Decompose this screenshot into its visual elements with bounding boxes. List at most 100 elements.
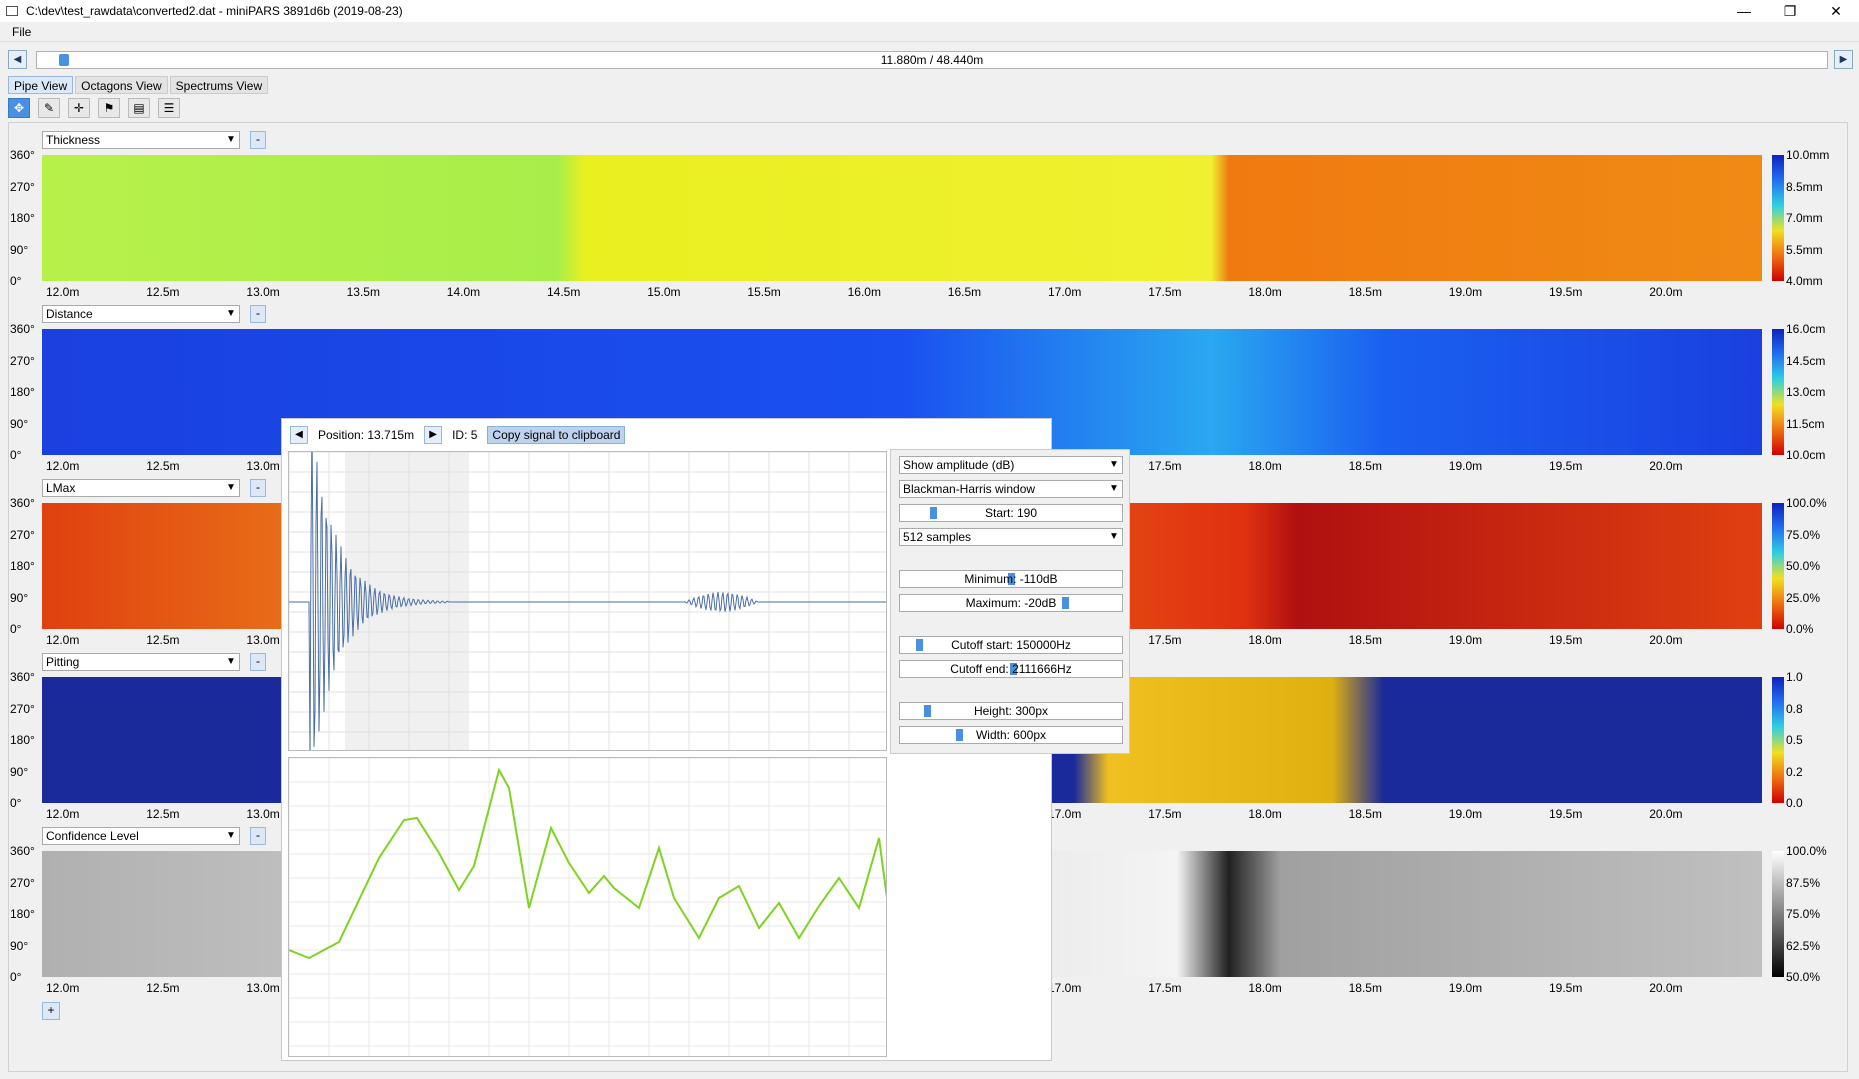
y-tick-label: 0° (10, 970, 22, 984)
display-mode-select[interactable]: Show amplitude (dB) ▼ (899, 456, 1123, 474)
chevron-down-icon: ▼ (226, 308, 236, 319)
x-tick-label: 17.5m (1148, 981, 1182, 995)
popup-id: ID: 5 (452, 428, 478, 442)
flag-icon[interactable]: ⚑ (98, 98, 120, 118)
move-icon[interactable]: ✥ (8, 98, 30, 118)
samples-value: 512 samples (903, 530, 972, 544)
x-tick-label: 16.0m (847, 285, 881, 299)
x-tick-label: 19.0m (1448, 285, 1483, 299)
spectrum-chart (289, 758, 886, 1056)
tab-spectrums-view[interactable]: Spectrums View (169, 76, 269, 94)
panel-type-value: Distance (46, 307, 93, 321)
remove-panel-button[interactable]: - (250, 305, 266, 323)
panel-type-select[interactable]: LMax ▼ (42, 479, 240, 497)
x-tick-label: 19.0m (1448, 633, 1483, 647)
y-tick-label: 180° (10, 385, 35, 399)
samples-select[interactable]: 512 samples ▼ (899, 528, 1123, 546)
chevron-down-icon: ▼ (226, 656, 236, 667)
x-tick-label: 18.0m (1248, 633, 1282, 647)
cutoff-end-slider[interactable]: Cutoff end: 2111666Hz (899, 660, 1123, 678)
close-button[interactable]: ✕ (1813, 0, 1859, 22)
x-tick-label: 12.5m (146, 981, 180, 995)
slider-knob[interactable] (916, 639, 923, 651)
position-scrollbar[interactable]: 11.880m / 48.440m (36, 51, 1828, 69)
prev-position-button[interactable]: ◀ (8, 50, 27, 69)
x-tick-label: 19.5m (1549, 285, 1583, 299)
window-function-select[interactable]: Blackman-Harris window ▼ (899, 480, 1123, 498)
maximum-slider[interactable]: Maximum: -20dB (899, 594, 1123, 612)
height-slider[interactable]: Height: 300px (899, 702, 1123, 720)
tab-pipe-view[interactable]: Pipe View (8, 76, 74, 94)
chevron-down-icon: ▼ (1109, 459, 1119, 470)
y-tick-label: 270° (10, 179, 35, 194)
remove-panel-button[interactable]: - (250, 479, 266, 497)
remove-panel-button[interactable]: - (250, 653, 266, 671)
x-tick-label: 18.0m (1248, 807, 1282, 821)
start-slider[interactable]: Start: 190 (899, 504, 1123, 522)
slider-knob[interactable] (956, 729, 963, 741)
toolbar: ✥ ✎ ✛ ⚑ ▤ ☰ (8, 98, 180, 118)
x-tick-label: 15.0m (647, 285, 681, 299)
x-tick-label: 12.0m (46, 285, 80, 299)
colorbar-label: 50.0% (1786, 559, 1821, 573)
scrollbar-thumb[interactable] (59, 54, 69, 66)
chevron-down-icon: ▼ (226, 482, 236, 493)
panel-type-value: Thickness (46, 133, 101, 147)
slider-knob[interactable] (1062, 597, 1069, 609)
colorbar-label: 10.0mm (1786, 148, 1830, 162)
settings-icon[interactable]: ☰ (158, 98, 180, 118)
x-tick-label: 13.0m (246, 285, 280, 299)
document-icon[interactable]: ▤ (128, 98, 150, 118)
add-panel-button[interactable]: + (42, 1002, 60, 1020)
panel-type-select[interactable]: Distance ▼ (42, 305, 240, 323)
x-tick-label: 16.5m (947, 285, 982, 299)
x-tick-label: 12.5m (146, 633, 180, 647)
menu-file[interactable]: File (0, 22, 43, 42)
slider-knob[interactable] (924, 705, 931, 717)
title-bar: C:\dev\test_rawdata\converted2.dat - min… (0, 0, 1859, 22)
colorbar-label: 0.2 (1786, 764, 1803, 779)
y-tick-label: 270° (10, 527, 35, 542)
copy-signal-button[interactable]: Copy signal to clipboard (487, 426, 626, 444)
draw-icon[interactable]: ✎ (38, 98, 60, 118)
minimum-slider[interactable]: Minimum: -110dB (899, 570, 1123, 588)
crosshair-icon[interactable]: ✛ (68, 98, 90, 118)
tab-octagons-view[interactable]: Octagons View (75, 76, 168, 94)
y-tick-label: 360° (10, 322, 35, 336)
spectrum-plot (288, 757, 887, 1057)
popup-prev-button[interactable]: ◀ (290, 426, 308, 444)
x-tick-label: 13.5m (346, 285, 380, 299)
colorbar-label: 75.0% (1786, 907, 1821, 921)
next-position-button[interactable]: ▶ (1834, 50, 1853, 69)
popup-next-button[interactable]: ▶ (424, 426, 443, 444)
position-readout: 11.880m / 48.440m (880, 53, 984, 67)
minimum-label: Minimum: -110dB (964, 572, 1058, 586)
panel-type-select[interactable]: Pitting ▼ (42, 653, 240, 671)
colorbar-label: 50.0% (1786, 970, 1821, 984)
colorbar-label: 14.5cm (1786, 353, 1826, 368)
panel-type-select[interactable]: Thickness ▼ (42, 131, 240, 149)
minimize-button[interactable]: — (1721, 0, 1767, 22)
heatmap[interactable] (42, 155, 1762, 281)
y-tick-label: 180° (10, 733, 35, 747)
y-tick-label: 270° (10, 701, 35, 716)
cutoff-end-label: Cutoff end: 2111666Hz (950, 662, 1072, 676)
remove-panel-button[interactable]: - (250, 131, 266, 149)
view-tabs: Pipe View Octagons View Spectrums View (8, 76, 270, 94)
x-tick-label: 17.5m (1148, 807, 1182, 821)
slider-knob[interactable] (930, 507, 937, 519)
x-tick-label: 18.5m (1348, 981, 1382, 995)
chevron-down-icon: ▼ (1109, 531, 1119, 542)
x-tick-label: 20.0m (1649, 285, 1683, 299)
restore-button[interactable]: ❐ (1767, 0, 1813, 22)
cutoff-start-slider[interactable]: Cutoff start: 150000Hz (899, 636, 1123, 654)
x-tick-label: 17.5m (1148, 285, 1182, 299)
colorbar-label: 11.5cm (1786, 416, 1825, 431)
signal-popup: ◀ Position: 13.715m ▶ ID: 5 Copy signal … (281, 418, 1130, 1061)
remove-panel-button[interactable]: - (250, 827, 266, 845)
y-tick-label: 90° (10, 242, 29, 257)
panel-type-select[interactable]: Confidence Level ▼ (42, 827, 240, 845)
x-tick-label: 19.0m (1448, 459, 1483, 473)
width-slider[interactable]: Width: 600px (899, 726, 1123, 744)
colorbar-label: 7.0mm (1786, 211, 1823, 225)
